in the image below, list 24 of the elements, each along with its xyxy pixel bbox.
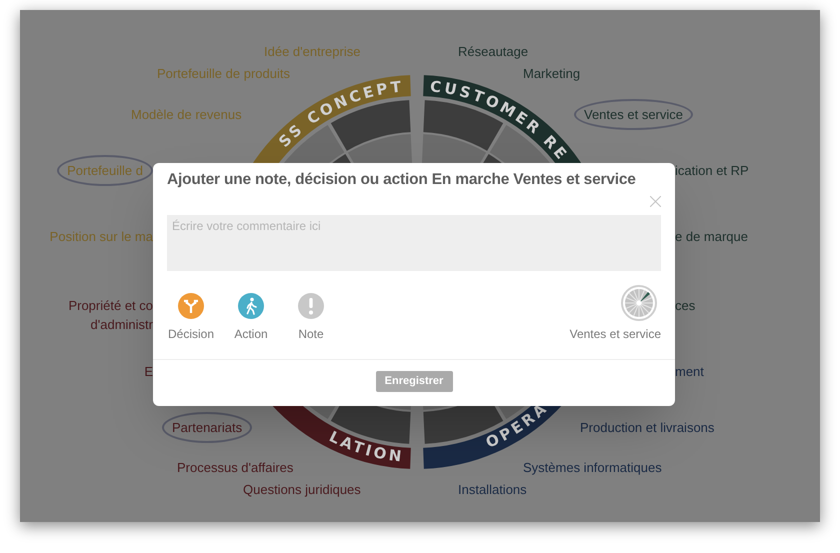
topic-label[interactable]: Réseautage — [458, 42, 528, 61]
topic-label[interactable]: Installations — [458, 480, 527, 499]
topic-label[interactable]: E — [144, 362, 153, 381]
topic-label: Ventes et service — [570, 326, 661, 344]
circled-topic-label[interactable]: Partenariats — [162, 412, 252, 443]
dialog-title: Ajouter une note, décision ou action En marche Ventes et service — [167, 170, 637, 190]
topic-label[interactable]: ces — [675, 296, 696, 315]
topic-label[interactable]: Propriété et co d'administr — [68, 296, 153, 334]
topic-label[interactable]: ication et RP — [675, 161, 749, 180]
close-icon[interactable] — [650, 196, 661, 207]
topic-label[interactable]: Questions juridiques — [243, 480, 361, 499]
topic-label[interactable]: Production et livraisons — [580, 418, 714, 437]
comment-field[interactable]: Écrire votre commentaire ici — [167, 215, 661, 272]
circled-topic-label[interactable]: Ventes et service — [574, 99, 693, 130]
topic-label[interactable]: Marketing — [523, 64, 580, 83]
topic-label[interactable]: ment — [675, 362, 704, 381]
topic-label[interactable]: e de marque — [675, 227, 748, 246]
topic-label[interactable]: Processus d'affaires — [177, 458, 294, 477]
note-type-button[interactable]: Décision — [169, 293, 213, 344]
note-type-button[interactable]: Note — [289, 293, 333, 344]
save-button[interactable]: Enregistrer — [376, 370, 452, 392]
topic-label[interactable]: Systèmes informatiques — [523, 458, 662, 477]
note-type-button[interactable]: Action — [229, 293, 273, 344]
wheel-icon — [621, 285, 657, 322]
